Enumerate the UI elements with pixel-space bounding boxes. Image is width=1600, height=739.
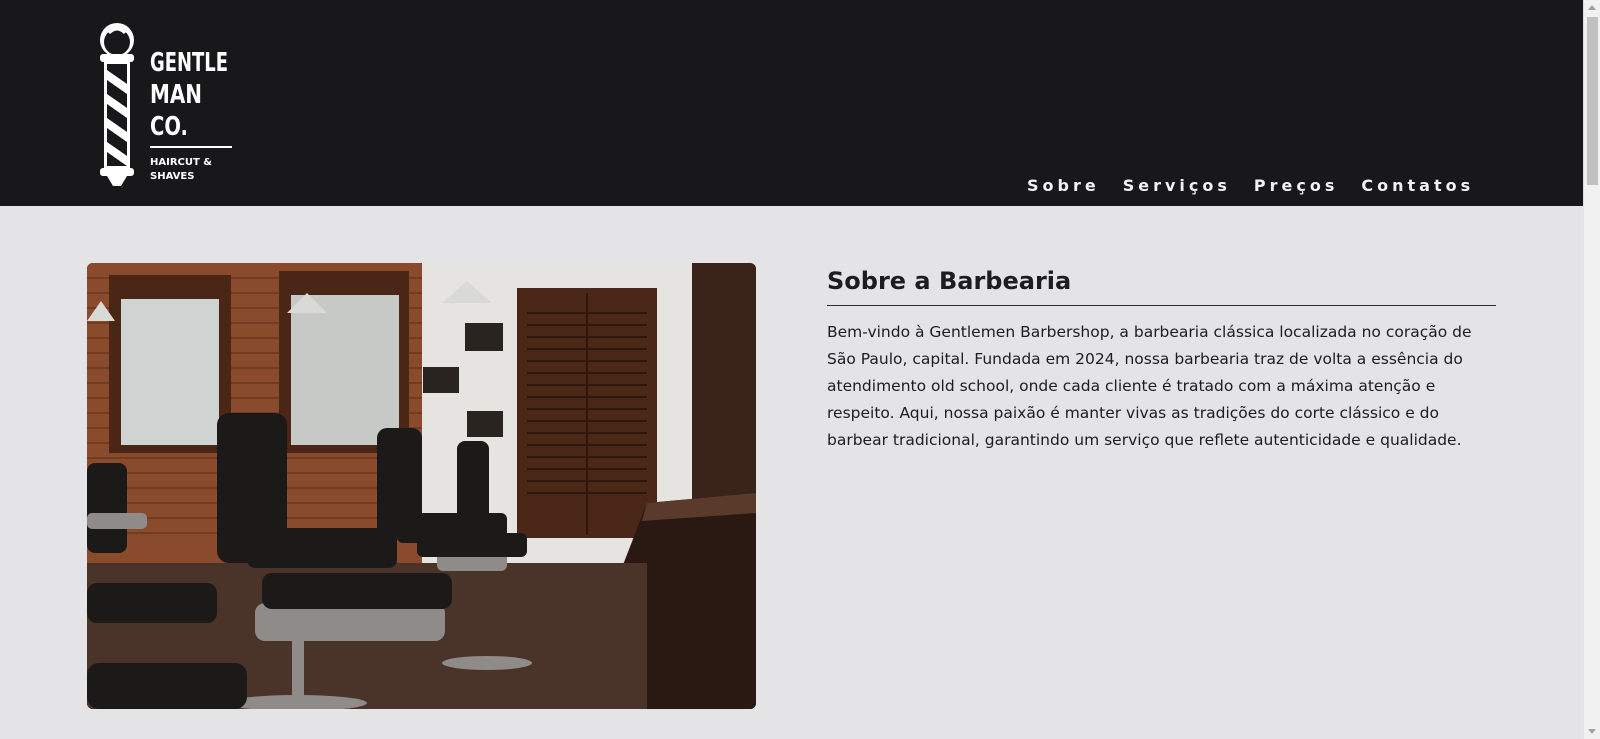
page-scrollbar[interactable] <box>1583 0 1600 739</box>
logo-line3: CO. <box>150 112 188 142</box>
about-description: Bem-vindo à Gentlemen Barbershop, a barb… <box>827 323 1472 449</box>
logo-tagline2: SHAVES <box>150 171 194 182</box>
scrollbar-thumb[interactable] <box>1587 17 1598 185</box>
nav-link-precos[interactable]: Preços <box>1254 174 1338 198</box>
nav-link-sobre[interactable]: Sobre <box>1027 174 1100 198</box>
about-divider <box>827 305 1496 306</box>
about-title: Sobre a Barbearia <box>827 267 1072 295</box>
nav-link-contatos[interactable]: Contatos <box>1361 174 1474 198</box>
scroll-down-icon[interactable] <box>1588 729 1596 734</box>
barber-pole-icon: GENTLE MAN CO. HAIRCUT & SHAVES <box>100 23 232 186</box>
brand-logo[interactable]: GENTLE MAN CO. HAIRCUT & SHAVES <box>90 20 240 194</box>
logo-line1: GENTLE <box>150 48 228 78</box>
nav-link-servicos[interactable]: Serviços <box>1123 174 1231 198</box>
logo-line2: MAN <box>150 80 202 110</box>
scroll-up-icon[interactable] <box>1588 5 1596 10</box>
site-header: GENTLE MAN CO. HAIRCUT & SHAVES Sobre Se… <box>0 0 1583 206</box>
barbershop-interior-photo <box>87 263 756 709</box>
main-nav: Sobre Serviços Preços Contatos <box>1027 174 1474 198</box>
logo-tagline1: HAIRCUT & <box>150 157 212 168</box>
